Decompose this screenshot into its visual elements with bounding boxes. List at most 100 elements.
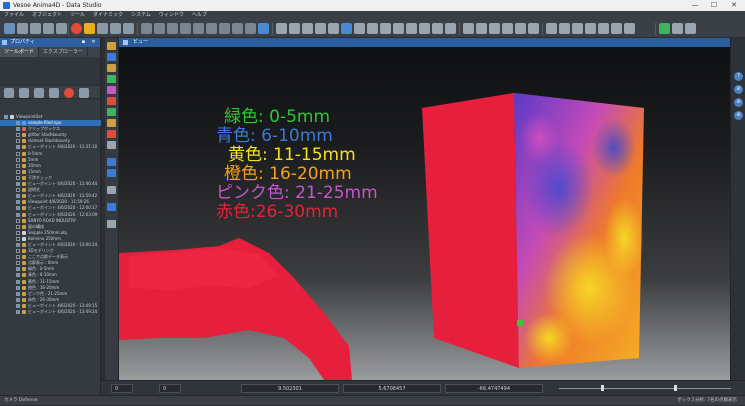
texture-icon[interactable] <box>489 23 500 34</box>
filter-strip-icon[interactable]: ⊘ <box>734 98 743 107</box>
visibility-checkbox[interactable] <box>16 291 20 296</box>
animate-icon[interactable] <box>528 23 539 34</box>
sync-icon[interactable] <box>672 23 683 34</box>
box-tool-icon[interactable] <box>107 64 116 72</box>
view-tool-icon[interactable] <box>107 158 116 166</box>
split-icon[interactable] <box>585 23 596 34</box>
pan-icon[interactable] <box>406 23 417 34</box>
view-left-icon[interactable] <box>167 23 178 34</box>
coord-y-field[interactable]: 5.6708457 <box>343 384 441 393</box>
stop-icon[interactable] <box>71 23 82 34</box>
visibility-checkbox[interactable] <box>16 261 20 266</box>
more-tools-icon[interactable] <box>107 186 116 194</box>
visibility-checkbox[interactable] <box>16 194 20 199</box>
marker-tool-icon[interactable] <box>107 86 116 94</box>
fit-view-icon[interactable] <box>258 23 269 34</box>
camera-icon[interactable] <box>328 23 339 34</box>
render-icon[interactable] <box>515 23 526 34</box>
view-bottom-icon[interactable] <box>206 23 217 34</box>
visibility-checkbox[interactable] <box>16 285 20 290</box>
undo-icon[interactable] <box>84 23 95 34</box>
visibility-checkbox[interactable] <box>16 200 20 205</box>
layer-tool-icon[interactable] <box>107 42 116 50</box>
network-icon[interactable] <box>685 23 696 34</box>
visibility-checkbox[interactable] <box>16 163 20 168</box>
sort-icon[interactable] <box>34 88 44 98</box>
sphere-icon[interactable] <box>432 23 443 34</box>
panel-close-icon[interactable]: ✕ <box>90 39 97 46</box>
copy-icon[interactable] <box>110 23 121 34</box>
filter-icon[interactable] <box>19 88 29 98</box>
menu-system[interactable]: システム <box>127 11 155 20</box>
status-green-icon[interactable] <box>659 23 670 34</box>
camera-tool-icon[interactable] <box>107 169 116 177</box>
table-icon[interactable] <box>624 23 635 34</box>
visibility-checkbox[interactable] <box>16 121 20 126</box>
settings-icon[interactable] <box>546 23 557 34</box>
time-slider[interactable] <box>559 385 731 391</box>
visibility-checkbox[interactable] <box>16 151 20 156</box>
export-icon[interactable] <box>56 23 67 34</box>
redo-icon[interactable] <box>97 23 108 34</box>
menu-object[interactable]: オブジェクト <box>28 11 66 20</box>
visibility-checkbox[interactable] <box>16 249 20 254</box>
clear-strip-icon[interactable]: ⊘ <box>734 111 743 120</box>
points-icon[interactable] <box>302 23 313 34</box>
perspective-icon[interactable] <box>232 23 243 34</box>
clip-icon[interactable] <box>380 23 391 34</box>
text-tool-icon[interactable] <box>107 141 116 149</box>
list-icon[interactable] <box>611 23 622 34</box>
coord-z-field[interactable]: -66.4747494 <box>445 384 543 393</box>
cut-tool-icon[interactable] <box>107 97 116 105</box>
visibility-checkbox[interactable] <box>16 145 20 150</box>
help-icon[interactable]: ? <box>734 72 743 81</box>
tab-explorer[interactable]: エクスプローラー <box>39 47 88 57</box>
visibility-checkbox[interactable] <box>16 303 20 308</box>
panel-icon[interactable] <box>598 23 609 34</box>
visibility-checkbox[interactable] <box>16 218 20 223</box>
maximize-button[interactable]: ☐ <box>705 0 723 11</box>
view-front-icon[interactable] <box>141 23 152 34</box>
visibility-checkbox[interactable] <box>16 297 20 302</box>
view-iso-icon[interactable] <box>219 23 230 34</box>
visibility-checkbox[interactable] <box>16 133 20 138</box>
close-button[interactable]: ✕ <box>725 0 743 11</box>
pointer-tool-icon[interactable] <box>107 53 116 61</box>
plane-tool-icon[interactable] <box>107 75 116 83</box>
green-tool-icon[interactable] <box>107 108 116 116</box>
menu-window[interactable]: ウィンドウ <box>155 11 188 20</box>
save-icon[interactable] <box>30 23 41 34</box>
light-icon[interactable] <box>315 23 326 34</box>
print-icon[interactable] <box>43 23 54 34</box>
open-folder-icon[interactable] <box>17 23 28 34</box>
visibility-checkbox[interactable] <box>16 127 20 132</box>
axis-icon[interactable] <box>445 23 456 34</box>
select-icon[interactable] <box>341 23 352 34</box>
menu-file[interactable]: ファイル <box>0 11 28 20</box>
folder-icon[interactable] <box>4 88 14 98</box>
menu-help[interactable]: ヘルプ <box>188 11 211 20</box>
view-top-icon[interactable] <box>193 23 204 34</box>
visibility-checkbox[interactable] <box>4 115 8 119</box>
visibility-checkbox[interactable] <box>16 169 20 174</box>
minimize-button[interactable]: — <box>686 0 704 11</box>
view-right-icon[interactable] <box>180 23 191 34</box>
mesh-icon[interactable] <box>289 23 300 34</box>
pin-icon[interactable]: ▪ <box>80 39 87 46</box>
spin-field-1[interactable]: 0 <box>111 384 133 393</box>
menu-tools[interactable]: ツール <box>66 11 89 20</box>
visibility-checkbox[interactable] <box>16 157 20 162</box>
slider-thumb-1[interactable] <box>601 385 604 391</box>
visibility-checkbox[interactable] <box>16 224 20 229</box>
coord-x-field[interactable]: 9.502301 <box>241 384 339 393</box>
measure-icon[interactable] <box>354 23 365 34</box>
visibility-checkbox[interactable] <box>16 236 20 241</box>
visibility-checkbox[interactable] <box>16 255 20 260</box>
refresh-icon[interactable] <box>79 88 89 98</box>
view-back-icon[interactable] <box>154 23 165 34</box>
zoom-icon[interactable] <box>393 23 404 34</box>
grid-icon[interactable] <box>476 23 487 34</box>
nav-tool-icon[interactable] <box>107 203 116 211</box>
ortho-icon[interactable] <box>245 23 256 34</box>
visibility-checkbox[interactable] <box>16 230 20 235</box>
